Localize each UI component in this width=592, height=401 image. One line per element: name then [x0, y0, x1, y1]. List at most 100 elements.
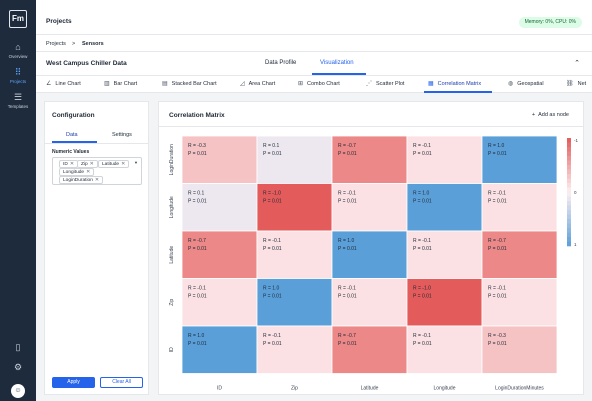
- configuration-panel: Configuration Data Settings Numeric Valu…: [44, 101, 149, 395]
- apply-button[interactable]: Apply: [52, 377, 95, 388]
- cell-r-label: R = -0.1: [413, 333, 431, 339]
- active-tab-indicator: [312, 73, 366, 75]
- chip-label: ID: [63, 162, 68, 167]
- close-icon[interactable]: ✕: [70, 162, 74, 167]
- colorbar-segment: [567, 174, 571, 179]
- chevron-up-icon[interactable]: ⌃: [574, 59, 580, 67]
- cell-r-label: R = -0.7: [488, 238, 506, 244]
- breadcrumb-separator: >: [72, 41, 76, 47]
- chip-longitude: Longitude ✕: [59, 168, 95, 176]
- tab-area-chart[interactable]: ◿ Area Chart: [240, 76, 275, 93]
- tab-line-chart[interactable]: ∠ Line Chart: [46, 76, 81, 93]
- chip-latitude: Latitude ✕: [98, 160, 130, 168]
- stacked-bar-icon: ▤: [162, 81, 168, 87]
- document-icon[interactable]: ▯: [0, 342, 36, 353]
- colorbar-segment: [567, 142, 571, 148]
- cell-p-label: P = 0.01: [488, 199, 507, 205]
- cell-p-label: P = 0.01: [263, 151, 282, 157]
- tab-visualization[interactable]: Visualization: [320, 60, 354, 66]
- cell-r-label: R = 1.0: [188, 333, 204, 339]
- colorbar-segment: [567, 192, 571, 197]
- correlation-matrix-panel: Correlation Matrix + Add as node R = -0.…: [158, 101, 584, 395]
- column-label: LoginDurationMinutes: [495, 386, 544, 392]
- cell-p-label: P = 0.01: [188, 341, 207, 347]
- cell-p-label: P = 0.01: [413, 246, 432, 252]
- tab-label: Scatter Plot: [376, 81, 405, 87]
- cell-r-label: R = 0.1: [263, 143, 279, 149]
- colorbar-segment: [567, 196, 571, 202]
- tab-label: Geospatial: [517, 81, 544, 87]
- tab-settings[interactable]: Settings: [112, 132, 132, 138]
- matrix-icon: ▦: [428, 81, 434, 87]
- row-label: ID: [169, 347, 175, 352]
- colorbar-segment: [567, 214, 571, 220]
- colorbar-segment: [567, 160, 571, 166]
- left-rail: Fm ⌂ Overview ⠿ Projects ☰ Templates ▯ ⚙…: [0, 0, 36, 401]
- tab-label: Bar Chart: [113, 81, 138, 87]
- cell-p-label: P = 0.01: [188, 151, 207, 157]
- status-badge: Memory: 0%, CPU: 0%: [518, 17, 582, 28]
- tab-geospatial[interactable]: ◍ Geospatial: [508, 76, 544, 93]
- top-strip: [36, 0, 592, 10]
- tab-combo-chart[interactable]: ⊞ Combo Chart: [298, 76, 340, 93]
- cell-p-label: P = 0.01: [338, 246, 357, 252]
- close-icon[interactable]: ✕: [121, 162, 125, 167]
- chip-id: ID ✕: [59, 160, 78, 168]
- network-icon: ⛓: [566, 81, 574, 87]
- page-header: West Campus Chiller Data Data Profile Vi…: [36, 52, 592, 76]
- nav-item-templates[interactable]: ☰ Templates: [0, 92, 36, 109]
- tab-data-profile[interactable]: Data Profile: [265, 60, 296, 66]
- gear-icon[interactable]: ⚙: [0, 362, 36, 373]
- bar-chart-icon: ▥: [104, 81, 110, 87]
- cell-p-label: P = 0.01: [188, 246, 207, 252]
- close-icon[interactable]: ✕: [95, 178, 99, 183]
- chip-label: Latitude: [102, 162, 120, 167]
- cell-r-label: R = -0.1: [413, 238, 431, 244]
- area-chart-icon: ◿: [240, 81, 245, 87]
- cell-r-label: R = -0.7: [188, 238, 206, 244]
- cell-r-label: R = -0.1: [488, 191, 506, 197]
- cell-r-label: R = -0.1: [263, 333, 281, 339]
- breadcrumb-root[interactable]: Projects: [46, 41, 66, 47]
- colorbar-segment: [567, 237, 571, 242]
- nav-item-overview[interactable]: ⌂ Overview: [0, 42, 36, 59]
- combo-chart-icon: ⊞: [298, 81, 304, 87]
- colorbar-segment: [567, 156, 571, 161]
- projects-icon: ⠿: [14, 67, 22, 77]
- tab-label: Combo Chart: [307, 81, 340, 87]
- tab-scatter-plot[interactable]: ⋰ Scatter Plot: [366, 76, 404, 93]
- row-label: Longitude: [169, 196, 175, 218]
- cell-r-label: R = -1.0: [263, 191, 281, 197]
- app-logo[interactable]: Fm: [9, 10, 27, 28]
- chip-label: Longitude: [63, 170, 85, 175]
- cell-p-label: P = 0.01: [263, 199, 282, 205]
- colorbar-segment: [567, 223, 571, 229]
- tab-label: Correlation Matrix: [437, 81, 482, 87]
- nav-label: Templates: [7, 104, 29, 109]
- cell-r-label: R = -1.0: [413, 286, 431, 292]
- colorbar-segment: [567, 138, 571, 143]
- line-chart-icon: ∠: [46, 81, 52, 87]
- tab-network[interactable]: ⛓ Net: [566, 76, 586, 93]
- colorbar-segment: [567, 187, 571, 193]
- chevron-down-icon[interactable]: ▼: [134, 160, 138, 165]
- cell-p-label: P = 0.01: [338, 151, 357, 157]
- tab-label: Line Chart: [55, 81, 81, 87]
- colorbar-segment: [567, 183, 571, 188]
- numeric-values-select[interactable]: ID ✕ Zip ✕ Latitude ✕ ▼ Longitude ✕ LoginDur…: [52, 157, 142, 185]
- clear-all-button[interactable]: Clear All: [100, 377, 143, 388]
- close-icon[interactable]: ✕: [86, 170, 90, 175]
- colorbar-tick-label: 0: [574, 190, 577, 195]
- correlation-matrix-chart: R = -0.3 P = 0.01 R = 0.1 P = 0.01 R = -0.7 P…: [169, 135, 578, 392]
- colorbar-segment: [567, 178, 571, 184]
- nav-item-projects[interactable]: ⠿ Projects: [0, 67, 36, 84]
- tab-data[interactable]: Data: [66, 132, 78, 138]
- close-icon[interactable]: ✕: [90, 162, 94, 167]
- cell-r-label: R = -0.1: [338, 191, 356, 197]
- nav-label: Projects: [9, 79, 27, 84]
- tab-bar-chart[interactable]: ▥ Bar Chart: [104, 76, 137, 93]
- avatar[interactable]: ☺: [11, 384, 25, 398]
- tab-stacked-bar-chart[interactable]: ▤ Stacked Bar Chart: [162, 76, 217, 93]
- column-label: Latitude: [361, 386, 379, 392]
- cell-r-label: R = -0.1: [338, 286, 356, 292]
